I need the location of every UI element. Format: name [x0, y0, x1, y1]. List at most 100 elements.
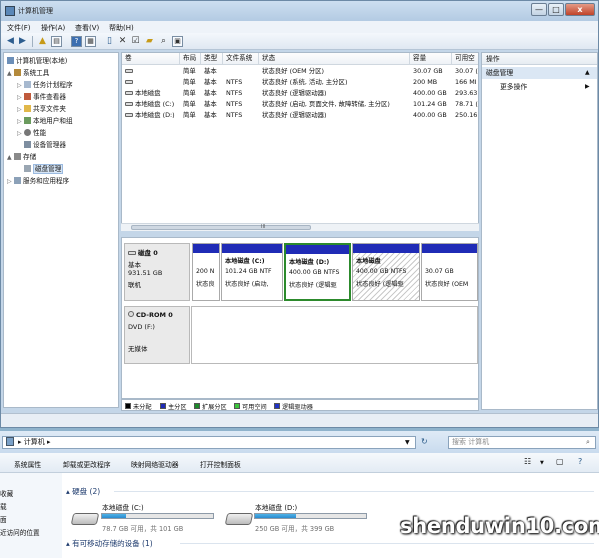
settings-icon[interactable]: ▣ [172, 36, 183, 47]
window-title: 计算机管理 [18, 7, 53, 15]
scroll-thumb[interactable] [131, 225, 311, 230]
tree-item-task-scheduler[interactable]: ▷ 任务计划程序 [17, 79, 73, 90]
tree-item-services[interactable]: ▷ 服务和应用程序 [7, 175, 69, 186]
cell-capacity: 30.07 GB [413, 67, 443, 75]
view-options-icon[interactable]: ☷ [524, 457, 531, 466]
drive-d-usage-bar [254, 513, 367, 519]
disk0-header[interactable]: 磁盘 0 基本 931.51 GB 联机 [124, 243, 190, 301]
drive-c-icon[interactable] [70, 513, 100, 525]
legend-swatch-unallocated [125, 403, 131, 409]
menu-view[interactable]: 查看(V) [75, 23, 99, 33]
cmd-open-control-panel[interactable]: 打开控制面板 [200, 459, 241, 469]
disk-graphical-view: 磁盘 0 基本 931.51 GB 联机 200 N 状态良 本地磁盘 (C:) 10… [121, 237, 479, 399]
nav-downloads[interactable]: 载 [0, 501, 7, 511]
view-dropdown-icon[interactable]: ▼ [540, 460, 544, 466]
partition-label: 状态良好 (启动, [225, 281, 269, 288]
tree-item-device-manager[interactable]: 设备管理器 [24, 139, 66, 150]
column-header-status[interactable]: 状态 [259, 53, 410, 65]
hard-drives-group[interactable]: ▴ 硬盘 (2) [66, 486, 100, 497]
computer-icon [6, 437, 14, 446]
view-icon[interactable]: ▯ [104, 36, 115, 47]
drive-d-name[interactable]: 本地磁盘 (D:) [255, 502, 297, 512]
cell-volume: 本地磁盘 (D:) [122, 110, 180, 121]
cell-status: 状态良好 (逻辑驱动器) [262, 111, 327, 119]
menu-bar: 文件(F) 操作(A) 查看(V) 帮助(H) [1, 21, 598, 33]
search-input[interactable]: 搜索 计算机 ⌕ [448, 436, 596, 449]
tree-root[interactable]: 计算机管理(本地) [7, 55, 67, 66]
legend-logical: 逻辑驱动器 [282, 404, 313, 411]
tree-item-performance[interactable]: ▷ 性能 [17, 127, 46, 138]
cell-capacity: 400.00 GB [413, 111, 447, 119]
drive-d-icon[interactable] [224, 513, 254, 525]
partition-oem[interactable]: 30.07 GB 状态良好 (OEM [421, 243, 478, 301]
nav-desktop[interactable]: 面 [0, 514, 7, 524]
cell-volume [122, 66, 180, 77]
column-header-filesystem[interactable]: 文件系统 [223, 53, 259, 65]
partition-logical[interactable]: 本地磁盘 400.00 GB NTFS 状态良好 (逻辑驱 [352, 243, 420, 301]
explorer-window: ▸ 计算机 ▸ ▼ ↻ 搜索 计算机 ⌕ 系统属性 卸载或更改程序 映射网络驱动… [0, 431, 599, 558]
tree-item-storage[interactable]: ▲ 存储 [7, 151, 36, 162]
up-folder-icon[interactable]: ▲ [37, 36, 48, 47]
cmd-map-network-drive[interactable]: 映射网络驱动器 [131, 459, 179, 469]
search-icon[interactable]: ⌕ [158, 36, 169, 47]
partition-c[interactable]: 本地磁盘 (C:) 101.24 GB NTF 状态良好 (启动, [221, 243, 283, 301]
help-icon[interactable]: ? [578, 457, 582, 466]
preview-pane-icon[interactable]: ▢ [556, 457, 564, 466]
collapse-icon[interactable]: ▲ [585, 67, 590, 79]
drive-c-name[interactable]: 本地磁盘 (C:) [102, 502, 144, 512]
tree-item-local-users[interactable]: ▷ 本地用户和组 [17, 115, 73, 126]
column-header-volume[interactable]: 卷 [122, 53, 180, 65]
menu-action[interactable]: 操作(A) [41, 23, 65, 33]
menu-help[interactable]: 帮助(H) [109, 23, 134, 33]
removable-devices-group[interactable]: ▴ 有可移动存储的设备 (1) [66, 538, 153, 549]
column-header-capacity[interactable]: 容量 [410, 53, 452, 65]
cmd-uninstall-program[interactable]: 卸载或更改程序 [63, 459, 111, 469]
cdrom-icon [128, 311, 134, 317]
horizontal-scrollbar[interactable]: III [121, 223, 479, 231]
column-header-free[interactable]: 可用空 [452, 53, 478, 65]
refresh-icon[interactable]: ↻ [421, 437, 428, 446]
back-arrow-icon[interactable]: ◀ [5, 36, 16, 47]
help-icon[interactable]: ? [71, 36, 82, 47]
forward-arrow-icon[interactable]: ▶ [17, 36, 28, 47]
console-tree: 计算机管理(本地) ▲ 系统工具 ▷ 任务计划程序 ▷ 事件查看器 ▷ 共享文件夹 ▷ 本… [3, 52, 119, 408]
column-header-layout[interactable]: 布局 [180, 53, 201, 65]
nav-recent-places[interactable]: 近访问的位置 [0, 527, 40, 537]
title-bar[interactable]: 计算机管理 — □ x [1, 1, 598, 21]
cell-type: 基本 [204, 89, 217, 97]
actions-section-disk-management[interactable]: 磁盘管理 ▲ [482, 67, 597, 79]
menu-file[interactable]: 文件(F) [7, 23, 31, 33]
close-button[interactable]: x [565, 3, 595, 16]
open-icon[interactable]: ▰ [144, 36, 155, 47]
disk-icon [128, 251, 136, 255]
delete-icon[interactable]: ✕ [117, 36, 128, 47]
partition-system-reserved[interactable]: 200 N 状态良 [192, 243, 220, 301]
search-icon[interactable]: ⌕ [586, 437, 590, 448]
actions-header: 操作 [482, 53, 597, 65]
address-row: ▸ 计算机 ▸ ▼ ↻ 搜索 计算机 ⌕ [0, 431, 599, 453]
cdrom0-header[interactable]: CD-ROM 0 DVD (F:) 无媒体 [124, 306, 190, 364]
tree-item-shared-folders[interactable]: ▷ 共享文件夹 [17, 103, 66, 114]
properties-icon[interactable]: ▦ [85, 36, 96, 47]
maximize-button[interactable]: □ [548, 3, 564, 16]
tree-item-disk-management[interactable]: 磁盘管理 [24, 163, 64, 174]
show-tree-icon[interactable]: ▤ [51, 36, 62, 47]
nav-favorites[interactable]: 收藏 [0, 488, 13, 498]
cell-status: 状态良好 (启动, 页面文件, 故障转储, 主分区) [262, 100, 390, 108]
partition-d[interactable]: 本地磁盘 (D:) 400.00 GB NTFS 状态良好 (逻辑驱 [284, 243, 351, 301]
users-icon [24, 117, 31, 124]
legend-free: 可用空间 [242, 404, 267, 411]
properties-icon[interactable]: ☑ [130, 36, 141, 47]
address-bar[interactable]: ▸ 计算机 ▸ ▼ [2, 436, 416, 449]
minimize-button[interactable]: — [531, 3, 547, 16]
computer-management-window: 计算机管理 — □ x 文件(F) 操作(A) 查看(V) 帮助(H) ◀ ▶ … [0, 0, 599, 428]
address-dropdown-icon[interactable]: ▼ [405, 437, 410, 448]
cell-layout: 简单 [183, 100, 196, 108]
cmd-system-properties[interactable]: 系统属性 [14, 459, 41, 469]
tree-item-system-tools[interactable]: ▲ 系统工具 [7, 67, 49, 78]
tree-item-event-viewer[interactable]: ▷ 事件查看器 [17, 91, 66, 102]
cell-filesystem: NTFS [226, 89, 243, 97]
toolbar: ◀ ▶ ▲ ▤ ? ▦ ▯ ✕ ☑ ▰ ⌕ ▣ [1, 33, 598, 50]
more-actions[interactable]: 更多操作 ▶ [482, 81, 597, 93]
column-header-type[interactable]: 类型 [201, 53, 223, 65]
